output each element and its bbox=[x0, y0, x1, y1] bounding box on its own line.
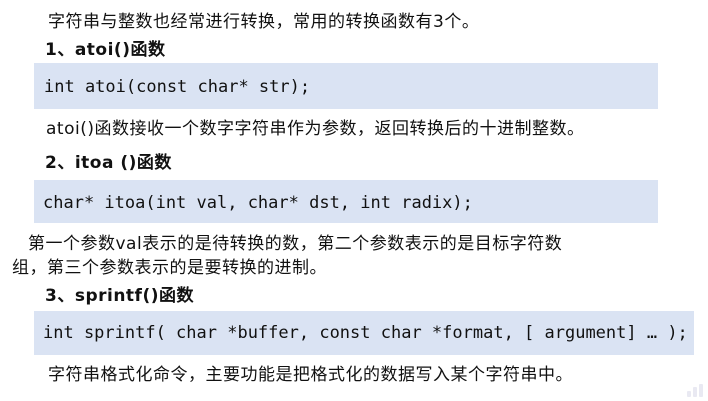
intro-text: 字符串与整数也经常进行转换，常用的转换函数有3个。 bbox=[48, 12, 480, 32]
description-itoa-line-2: 组，第三个参数表示的是要转换的进制。 bbox=[12, 258, 327, 278]
section-heading-sprintf: 3、sprintf()函数 bbox=[45, 286, 194, 306]
description-atoi: atoi()函数接收一个数字字符串作为参数，返回转换后的十进制整数。 bbox=[46, 119, 585, 139]
section-heading-atoi: 1、atoi()函数 bbox=[45, 40, 166, 60]
description-itoa-line-1: 第一个参数val表示的是待转换的数，第二个参数表示的是目标字符数 bbox=[28, 234, 563, 254]
code-block-itoa: char* itoa(int val, char* dst, int radix… bbox=[34, 180, 658, 223]
code-itoa-signature: char* itoa(int val, char* dst, int radix… bbox=[43, 193, 473, 213]
watermark-icon bbox=[686, 383, 704, 397]
code-sprintf-signature: int sprintf( char *buffer, const char *f… bbox=[43, 323, 688, 343]
document-page: { "intro": "字符串与整数也经常进行转换，常用的转换函数有3个。", … bbox=[0, 0, 708, 401]
code-block-atoi: int atoi(const char* str); bbox=[34, 63, 658, 109]
code-atoi-signature: int atoi(const char* str); bbox=[44, 77, 311, 97]
description-sprintf: 字符串格式化命令，主要功能是把格式化的数据写入某个字符串中。 bbox=[48, 365, 573, 385]
section-heading-itoa: 2、itoa ()函数 bbox=[45, 153, 172, 173]
code-block-sprintf: int sprintf( char *buffer, const char *f… bbox=[34, 311, 694, 355]
